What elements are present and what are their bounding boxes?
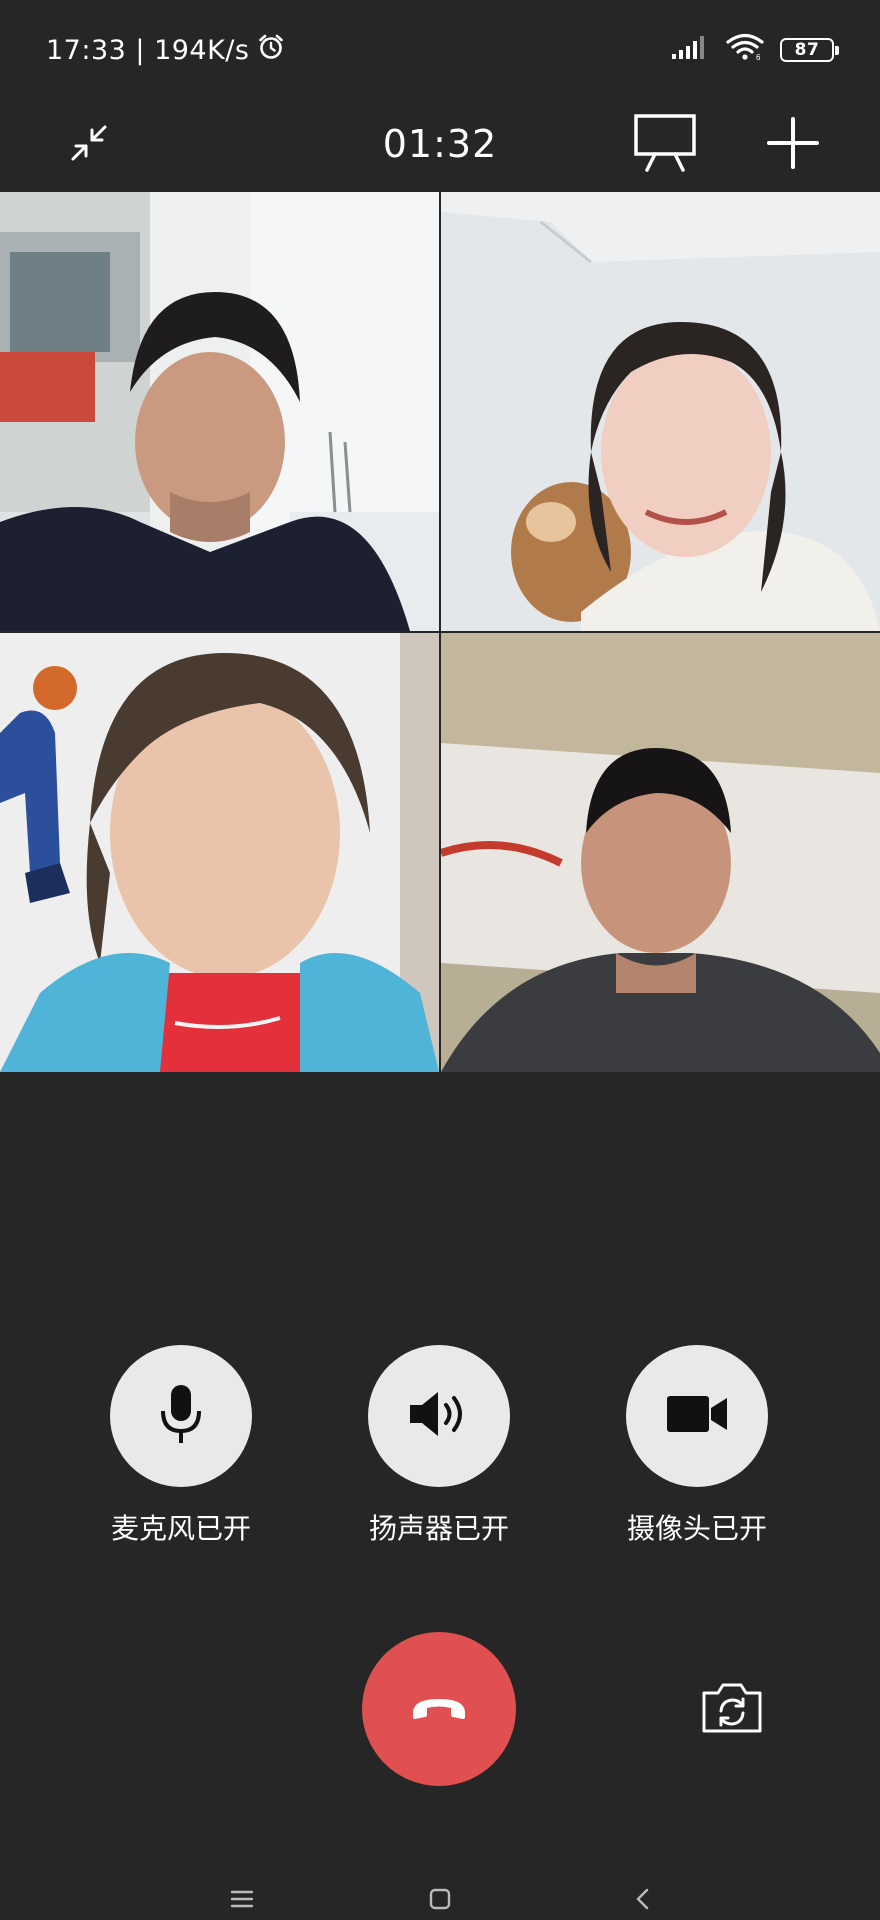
battery-icon: 87 — [780, 38, 839, 62]
participant-1-video[interactable] — [0, 192, 439, 631]
status-left: 17:33 | 194K/s — [46, 33, 285, 68]
speaker-toggle-button[interactable] — [368, 1345, 510, 1487]
speaker-control: 扬声器已开 — [339, 1345, 539, 1547]
participant-2-video[interactable] — [441, 192, 880, 631]
add-participant-button[interactable] — [758, 110, 828, 180]
camera-switch-icon — [700, 1681, 764, 1739]
speaker-label: 扬声器已开 — [368, 1512, 509, 1545]
video-camera-icon — [665, 1394, 729, 1438]
back-icon — [634, 1888, 650, 1914]
nav-home-button[interactable] — [420, 1888, 460, 1914]
hang-up-icon — [409, 1693, 469, 1725]
menu-icon — [230, 1889, 254, 1913]
microphone-icon — [157, 1383, 205, 1449]
end-call-button[interactable] — [362, 1632, 516, 1786]
system-nav-bar — [0, 1880, 880, 1920]
status-bar: 17:33 | 194K/s 6 87 — [0, 0, 880, 100]
plus-icon — [767, 117, 819, 173]
status-time-speed: 17:33 | 194K/s — [46, 34, 250, 66]
speaker-icon — [408, 1389, 470, 1443]
home-icon — [429, 1888, 451, 1914]
camera-control: 摄像头已开 — [597, 1345, 797, 1547]
mic-control: 麦克风已开 — [81, 1345, 281, 1547]
call-header: 01:32 — [0, 100, 880, 190]
svg-text:6: 6 — [756, 53, 761, 61]
participant-4-video[interactable] — [441, 633, 880, 1072]
flip-camera-button[interactable] — [698, 1680, 766, 1740]
presentation-icon — [633, 113, 697, 177]
nav-menu-button[interactable] — [222, 1888, 262, 1914]
camera-label: 摄像头已开 — [626, 1512, 767, 1545]
call-timer: 01:32 — [382, 122, 498, 166]
signal-icon — [672, 34, 712, 67]
mic-toggle-button[interactable] — [110, 1345, 252, 1487]
participant-3-video[interactable] — [0, 633, 439, 1072]
wifi-icon: 6 — [726, 33, 766, 68]
video-grid — [0, 192, 880, 1072]
status-right: 6 87 — [672, 33, 839, 68]
call-controls: 麦克风已开 扬声器已开 摄像头已开 — [0, 1345, 880, 1545]
camera-toggle-button[interactable] — [626, 1345, 768, 1487]
nav-back-button[interactable] — [622, 1888, 662, 1914]
screen-share-button[interactable] — [630, 110, 700, 180]
mic-label: 麦克风已开 — [110, 1512, 251, 1545]
alarm-icon — [257, 33, 285, 68]
